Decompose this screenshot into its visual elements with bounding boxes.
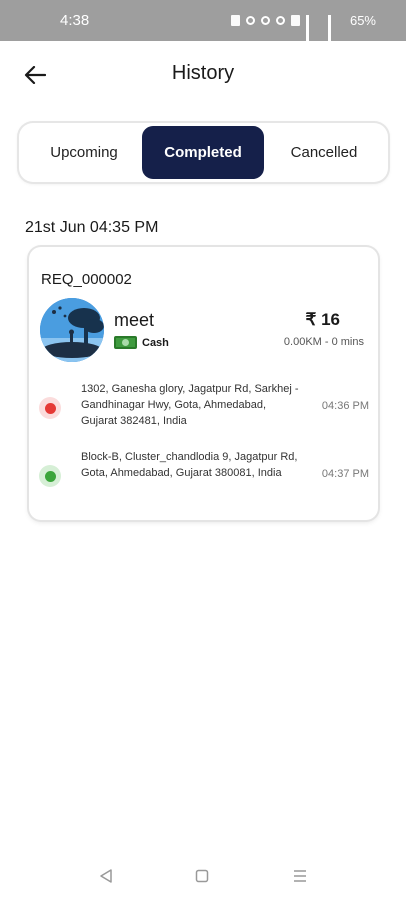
system-nav-bar [0,860,406,890]
avatar [40,298,104,362]
pickup-address: 1302, Ganesha glory, Jagatpur Rd, Sarkhe… [81,383,299,427]
pickup-time: 04:36 PM [321,400,369,412]
payment-method: Cash [114,336,169,349]
status-icons: 65% [230,13,376,44]
bluetooth-icon [245,16,255,25]
request-id: REQ_000002 [41,271,132,288]
rider-name: meet [114,310,155,330]
nav-recent-icon [294,870,306,882]
drop-dot-icon [39,465,61,487]
signal-2-icon [327,15,344,44]
signal-icon [305,15,322,44]
pickup-dot-icon [39,397,61,419]
nav-home-button[interactable] [190,866,214,886]
distance-duration: 0.00KM - 0 mins [283,336,364,348]
wifi-icon [275,16,285,25]
payment-label: Cash [142,336,169,349]
battery-level: 65% [349,13,376,28]
nav-back-icon [100,869,112,883]
nav-back-button[interactable] [94,866,118,886]
cash-icon [114,336,137,349]
fare-amount: ₹ 16 [305,310,340,329]
location-icon [260,16,270,25]
status-time: 4:38 [60,12,90,29]
tab-completed[interactable]: Completed [142,126,264,179]
tab-cancelled[interactable]: Cancelled [264,126,384,179]
page-title: History [171,62,235,84]
vibrate-icon [230,15,240,26]
drop-address: Block-B, Cluster_chandlodia 9, Jagatpur … [81,451,298,479]
history-tabs: Upcoming Completed Cancelled [19,123,388,182]
nav-home-icon [195,869,209,883]
tab-upcoming[interactable]: Upcoming [25,126,143,179]
call-icon [290,15,300,26]
drop-time: 04:37 PM [321,468,369,480]
ride-card[interactable]: REQ_000002 meet Cash ₹ 16 0.00KM - 0 min… [29,247,378,520]
ride-date: 21st Jun 04:35 PM [25,219,159,236]
app-header: History [0,52,406,96]
avatar-image [40,298,104,362]
status-bar: 4:38 65% [0,0,406,44]
nav-recent-button[interactable] [288,866,312,886]
